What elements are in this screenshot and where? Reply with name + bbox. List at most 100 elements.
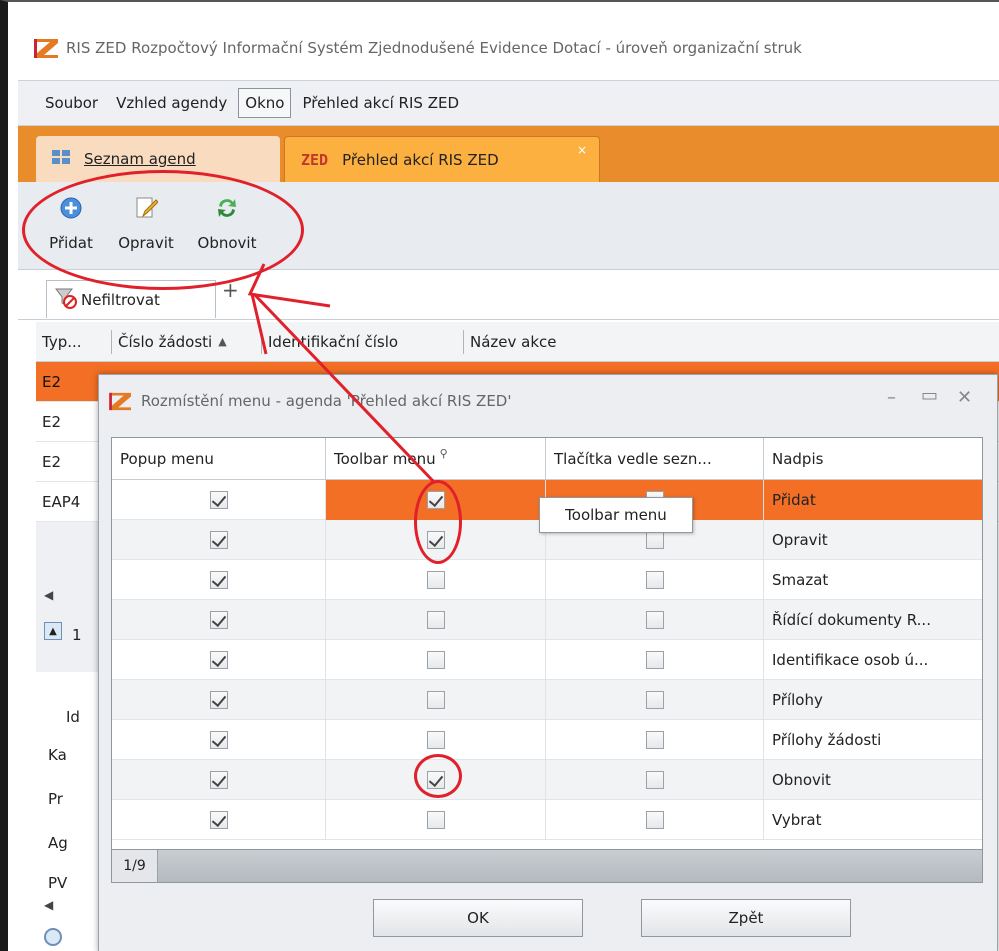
grid-header: Typ... Číslo žádosti ▲ Identifikační čís… xyxy=(36,322,999,362)
minimize-icon[interactable]: – xyxy=(887,387,896,408)
toolbar-menu-checkbox[interactable] xyxy=(426,651,445,669)
record-position: 1/9 xyxy=(112,850,158,882)
table-cell xyxy=(112,520,326,560)
toolbar-menu-checkbox[interactable] xyxy=(426,611,445,629)
buttons-next-to-list-checkbox[interactable] xyxy=(645,731,664,749)
popup-menu-checkbox[interactable] xyxy=(209,691,228,709)
popup-menu-checkbox[interactable] xyxy=(209,731,228,749)
menu-soubor[interactable]: Soubor xyxy=(38,88,105,118)
caption-cell: Obnovit xyxy=(772,771,831,789)
table-cell xyxy=(546,600,764,640)
column-cislo-zadosti[interactable]: Číslo žádosti ▲ xyxy=(112,329,262,354)
menu-prehled-akci[interactable]: Přehled akcí RIS ZED xyxy=(295,88,466,118)
table-row[interactable]: Smazat xyxy=(112,560,982,600)
caption-cell: Identifikace osob ú... xyxy=(772,651,929,669)
zed-logo-icon: ZED xyxy=(301,150,329,169)
table-cell xyxy=(112,640,326,680)
table-cell xyxy=(546,800,764,840)
column-nazev-akce[interactable]: Název akce xyxy=(464,330,664,354)
tab-label: Seznam agend xyxy=(84,150,196,168)
popup-menu-checkbox[interactable] xyxy=(209,491,228,509)
sort-ascending-icon: ▲ xyxy=(218,335,227,348)
annotation-ring xyxy=(414,754,462,798)
table-cell xyxy=(112,720,326,760)
table-row[interactable]: Přílohy xyxy=(112,680,982,720)
tab-prehled-akci[interactable]: ZED Přehled akcí RIS ZED × xyxy=(284,136,600,182)
ris-zed-logo-icon xyxy=(109,391,133,411)
table-cell xyxy=(546,760,764,800)
back-button[interactable]: Zpět xyxy=(641,899,851,937)
column-typ[interactable]: Typ... xyxy=(36,329,112,354)
annotation-ring xyxy=(414,480,462,564)
buttons-next-to-list-checkbox[interactable] xyxy=(645,531,664,549)
caption-cell: Smazat xyxy=(772,571,829,589)
buttons-next-to-list-checkbox[interactable] xyxy=(645,571,664,589)
tab-label: Přehled akcí RIS ZED xyxy=(342,150,499,169)
buttons-next-to-list-checkbox[interactable] xyxy=(645,771,664,789)
table-cell xyxy=(546,720,764,760)
scroll-left-icon[interactable]: ◀ xyxy=(44,588,53,602)
ris-zed-logo-icon xyxy=(34,37,60,59)
column-toolbar-menu[interactable]: Toolbar menu ⚲ xyxy=(326,437,546,480)
popup-menu-checkbox[interactable] xyxy=(209,811,228,829)
menu-okno[interactable]: Okno xyxy=(238,88,292,118)
table-cell xyxy=(546,640,764,680)
table-row[interactable]: Obnovit xyxy=(112,760,982,800)
popup-menu-checkbox[interactable] xyxy=(209,571,228,589)
no-filter-icon xyxy=(55,287,77,313)
grid-header: Popup menu Toolbar menu ⚲ Tlačítka vedle… xyxy=(112,437,982,480)
toolbar-menu-checkbox[interactable] xyxy=(426,691,445,709)
caption-cell: Řídící dokumenty R... xyxy=(772,611,931,629)
column-nadpis[interactable]: Nadpis xyxy=(764,438,982,480)
table-cell xyxy=(326,680,546,720)
column-identifikacni-cislo[interactable]: Identifikační číslo xyxy=(262,329,464,354)
caption-cell: Přílohy žádosti xyxy=(772,731,882,749)
table-cell xyxy=(546,560,764,600)
table-cell xyxy=(112,560,326,600)
grid-icon xyxy=(52,150,70,168)
close-icon[interactable]: × xyxy=(577,143,587,157)
caption-cell: Vybrat xyxy=(772,811,822,829)
toolbar-menu-checkbox[interactable] xyxy=(426,731,445,749)
tooltip: Toolbar menu xyxy=(539,497,693,533)
popup-menu-checkbox[interactable] xyxy=(209,611,228,629)
popup-menu-checkbox[interactable] xyxy=(209,531,228,549)
buttons-next-to-list-checkbox[interactable] xyxy=(645,611,664,629)
column-tlacitka-vedle-seznamu[interactable]: Tlačítka vedle sezn... xyxy=(546,437,764,480)
window-titlebar: RIS ZED Rozpočtový Informační Systém Zje… xyxy=(18,26,999,70)
filter-pin-icon[interactable]: ⚲ xyxy=(440,447,448,460)
table-row[interactable]: Vybrat xyxy=(112,800,982,840)
app-window: RIS ZED Rozpočtový Informační Systém Zje… xyxy=(0,0,999,951)
table-cell xyxy=(112,800,326,840)
table-cell xyxy=(112,760,326,800)
close-icon[interactable]: ✕ xyxy=(957,387,972,408)
menu-bar: Soubor Vzhled agendy Okno Přehled akcí R… xyxy=(18,80,999,126)
popup-menu-checkbox[interactable] xyxy=(209,771,228,789)
buttons-next-to-list-checkbox[interactable] xyxy=(645,691,664,709)
table-row[interactable]: Identifikace osob ú... xyxy=(112,640,982,680)
search-icon[interactable] xyxy=(44,928,62,946)
expand-icon[interactable]: ▲ xyxy=(44,622,62,640)
table-cell xyxy=(326,560,546,600)
popup-menu-checkbox[interactable] xyxy=(209,651,228,669)
caption-cell: Přidat xyxy=(764,480,982,520)
toolbar-menu-checkbox[interactable] xyxy=(426,811,445,829)
menu-vzhled-agendy[interactable]: Vzhled agendy xyxy=(109,88,234,118)
scroll-left-icon[interactable]: ◀ xyxy=(44,898,53,912)
dialog-titlebar: Rozmístění menu - agenda 'Přehled akcí R… xyxy=(99,375,997,427)
record-navigator: 1/9 xyxy=(111,849,983,883)
window-title: RIS ZED Rozpočtový Informační Systém Zje… xyxy=(66,39,802,57)
column-popup-menu[interactable]: Popup menu xyxy=(112,437,326,480)
table-row[interactable]: Řídící dokumenty R... xyxy=(112,600,982,640)
menu-layout-dialog: Rozmístění menu - agenda 'Přehled akcí R… xyxy=(98,374,998,951)
buttons-next-to-list-checkbox[interactable] xyxy=(645,651,664,669)
maximize-icon[interactable]: ▭ xyxy=(921,385,938,406)
table-cell xyxy=(326,800,546,840)
ok-button[interactable]: OK xyxy=(373,899,583,937)
caption-cell: Opravit xyxy=(772,531,828,549)
table-cell xyxy=(112,680,326,720)
table-cell xyxy=(326,600,546,640)
table-row[interactable]: Přílohy žádosti xyxy=(112,720,982,760)
toolbar-menu-checkbox[interactable] xyxy=(426,571,445,589)
buttons-next-to-list-checkbox[interactable] xyxy=(645,811,664,829)
